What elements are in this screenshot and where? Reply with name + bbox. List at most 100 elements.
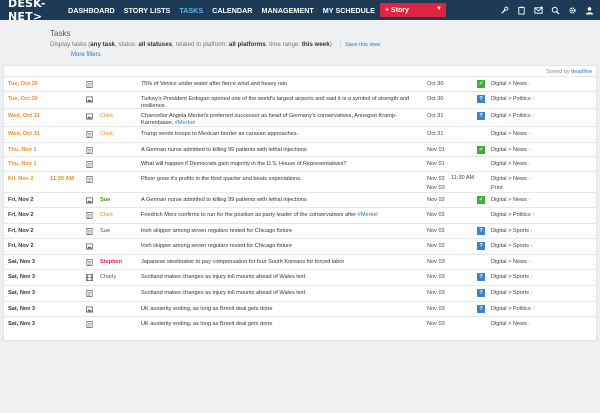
task-row[interactable]: Sat, Nov 3 Stephen Japanese steelmaker to … bbox=[4, 254, 596, 269]
task-row[interactable]: Fri, Nov 2 Irish skipper among seven regu… bbox=[4, 238, 596, 254]
app-logo[interactable]: DESK-NET> bbox=[8, 0, 68, 23]
platform-primary[interactable]: Digital > Politics bbox=[491, 113, 531, 119]
task-story-title[interactable]: Scotland makes changes as injury toll mo… bbox=[141, 274, 424, 281]
status-pending-icon[interactable]: ? bbox=[477, 242, 485, 250]
save-view-link[interactable]: Save this view bbox=[345, 42, 380, 48]
platform-primary[interactable]: Digital > Sports bbox=[491, 228, 529, 234]
task-story-title[interactable]: Trump sends troops to Mexican border as … bbox=[141, 131, 424, 138]
task-deadline: Sat, Nov 3 bbox=[8, 274, 36, 280]
task-row[interactable]: Fri, Nov 2 Sue Irish skipper among seven r… bbox=[4, 223, 596, 238]
chevron-down-icon[interactable]: ▼ bbox=[436, 6, 442, 12]
search-icon[interactable] bbox=[550, 5, 560, 15]
status-pending-icon[interactable]: ? bbox=[477, 305, 485, 313]
status-done-icon[interactable]: ✓ bbox=[477, 80, 485, 88]
nav-story-lists[interactable]: STORY LISTS bbox=[124, 6, 171, 15]
chevron-right-icon: › bbox=[532, 113, 535, 119]
nav-dashboard[interactable]: DASHBOARD bbox=[68, 6, 115, 15]
inbox-icon[interactable] bbox=[533, 5, 543, 15]
task-assignee[interactable]: Clark bbox=[100, 113, 113, 119]
sort-field[interactable]: deadline bbox=[571, 69, 592, 75]
task-story-title[interactable]: UK austerity ending, as long as Brexit d… bbox=[141, 321, 424, 328]
nav-calendar[interactable]: CALENDAR bbox=[212, 6, 252, 15]
story-tag[interactable]: #Merkel bbox=[175, 120, 195, 126]
publication-date: Oct 31 bbox=[427, 112, 443, 121]
task-platform: Digital > News › bbox=[491, 196, 530, 205]
status-done-icon[interactable]: ✓ bbox=[477, 146, 485, 154]
filter-prefix: Display tasks ( bbox=[50, 41, 91, 48]
task-row[interactable]: Thu, Nov 1 What will happen if Democrats … bbox=[4, 156, 596, 171]
task-story-title[interactable]: What will happen if Democrats gain major… bbox=[141, 161, 424, 168]
status-pending-icon[interactable]: ? bbox=[477, 273, 485, 281]
task-deadline: Sat, Nov 3 bbox=[8, 259, 36, 265]
task-story-title[interactable]: A German nurse admitted to killing 99 pa… bbox=[141, 147, 424, 154]
task-row[interactable]: Sat, Nov 3 UK austerity ending, as long a… bbox=[4, 301, 596, 316]
task-story-title[interactable]: UK austerity ending, as long as Brexit d… bbox=[141, 306, 424, 313]
status-pending-icon[interactable]: ? bbox=[477, 227, 485, 235]
task-assignee[interactable]: Sue bbox=[100, 197, 110, 203]
task-story-title[interactable]: Scotland makes changes as injury toll mo… bbox=[141, 290, 424, 297]
filter-platform[interactable]: all platforms bbox=[229, 41, 266, 48]
task-story-title[interactable]: Friedrich Merz confirms to run for the p… bbox=[141, 212, 424, 219]
platform-primary[interactable]: Digital > News bbox=[491, 81, 527, 87]
task-assignee[interactable]: Charly bbox=[100, 274, 116, 280]
task-row[interactable]: Fri, Nov 2 Sue A German nurse admitted to … bbox=[4, 192, 596, 207]
platform-secondary[interactable]: Print bbox=[491, 185, 503, 191]
task-story-title-text: UK austerity ending, as long as Brexit d… bbox=[141, 305, 273, 312]
status-pending-icon[interactable]: ? bbox=[477, 289, 485, 297]
new-story-button[interactable]: + Story ▼ bbox=[380, 3, 446, 17]
wrench-icon[interactable] bbox=[499, 5, 509, 15]
task-story-title[interactable]: Chancellor Angela Merkel's preferred suc… bbox=[141, 113, 424, 127]
task-row[interactable]: Tue, Oct 30 Turkey's President Erdogan op… bbox=[4, 91, 596, 109]
task-assignee[interactable]: Clark bbox=[100, 212, 113, 218]
nav-management[interactable]: MANAGEMENT bbox=[261, 6, 313, 15]
platform-primary[interactable]: Digital > News bbox=[491, 197, 527, 203]
status-pending-icon[interactable]: ? bbox=[477, 112, 485, 120]
task-assignee[interactable]: Stephen bbox=[100, 259, 122, 265]
task-story-title[interactable]: 75% of Venice under water after fierce w… bbox=[141, 81, 424, 88]
platform-primary[interactable]: Digital > Politics bbox=[491, 212, 531, 218]
platform-primary[interactable]: Digital > Politics bbox=[491, 306, 531, 312]
task-story-title[interactable]: Irish skipper among seven regulars reste… bbox=[141, 243, 424, 250]
task-row[interactable]: Sat, Nov 3 UK austerity ending, as long a… bbox=[4, 316, 596, 331]
publication-date: Oct 30 bbox=[427, 80, 443, 89]
task-story-title[interactable]: A German nurse admitted to killing 99 pa… bbox=[141, 197, 424, 204]
filter-status[interactable]: all statuses bbox=[138, 41, 172, 48]
platform-primary[interactable]: Digital > Sports bbox=[491, 274, 529, 280]
filter-range[interactable]: this week bbox=[302, 41, 330, 48]
nav-tasks[interactable]: TASKS bbox=[179, 6, 203, 15]
task-row[interactable]: Wed, Oct 31 Clark Chancellor Angela Merkel… bbox=[4, 108, 596, 126]
task-row[interactable]: Thu, Nov 1 A German nurse admitted to kil… bbox=[4, 142, 596, 156]
publication-date: Nov 03 bbox=[427, 320, 445, 329]
clipboard-icon[interactable] bbox=[516, 5, 526, 15]
task-row[interactable]: Fri, Nov 2 Clark Friedrich Merz confirms t… bbox=[4, 207, 596, 223]
status-done-icon[interactable]: ✓ bbox=[477, 196, 485, 204]
platform-primary[interactable]: Digital > News bbox=[491, 131, 527, 137]
platform-primary[interactable]: Digital > News bbox=[491, 147, 527, 153]
nav-my-schedule[interactable]: MY SCHEDULE bbox=[323, 6, 375, 15]
platform-primary[interactable]: Digital > Sports bbox=[491, 290, 529, 296]
filter-task[interactable]: any task bbox=[90, 41, 115, 48]
task-row[interactable]: Tue, Oct 30 75% of Venice under water aft… bbox=[4, 76, 596, 91]
task-row[interactable]: Sat, Nov 3 Scotland makes changes as inju… bbox=[4, 285, 596, 301]
platform-primary[interactable]: Digital > News bbox=[491, 176, 527, 182]
user-icon[interactable] bbox=[584, 5, 594, 15]
platform-primary[interactable]: Digital > News bbox=[491, 259, 527, 265]
task-row[interactable]: Fri, Nov 2 11:30 AM Pfizer grew it's profi… bbox=[4, 171, 596, 192]
platform-primary[interactable]: Digital > Sports bbox=[491, 243, 529, 249]
publication-date-primary: Nov 02 bbox=[427, 197, 445, 203]
task-story-title[interactable]: Irish skipper among seven regulars reste… bbox=[141, 228, 424, 235]
gear-icon[interactable] bbox=[567, 5, 577, 15]
task-assignee[interactable]: Sue bbox=[100, 228, 110, 234]
task-story-title[interactable]: Pfizer grew it's profits in the third qu… bbox=[141, 176, 424, 183]
platform-primary[interactable]: Digital > Politics bbox=[491, 96, 531, 102]
status-pending-icon[interactable]: ? bbox=[477, 95, 485, 103]
task-assignee[interactable]: Clark bbox=[100, 131, 113, 137]
more-filters-link[interactable]: More filters bbox=[71, 52, 101, 58]
image-icon bbox=[86, 113, 93, 120]
platform-primary[interactable]: Digital > News bbox=[491, 161, 527, 167]
task-row[interactable]: Sat, Nov 3 Charly Scotland makes changes a… bbox=[4, 269, 596, 285]
task-story-title[interactable]: Japanese steelmaker to pay compensation … bbox=[141, 259, 424, 266]
story-tag[interactable]: #Merkel bbox=[358, 212, 378, 218]
task-row[interactable]: Wed, Oct 31 Clark Trump sends troops to Me… bbox=[4, 126, 596, 142]
platform-primary[interactable]: Digital > News bbox=[491, 321, 527, 327]
